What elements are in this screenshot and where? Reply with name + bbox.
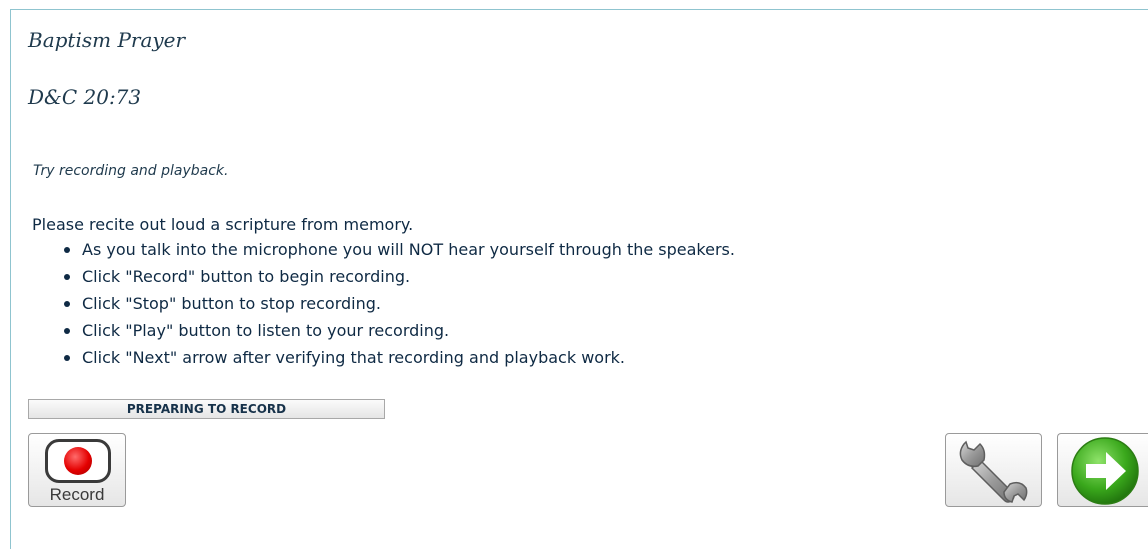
wrench-icon — [959, 440, 1028, 503]
instruction-item: Click "Play" button to listen to your re… — [64, 317, 735, 344]
instructions-lead: Please recite out loud a scripture from … — [32, 215, 414, 234]
scripture-reference: D&C 20:73 — [28, 85, 142, 109]
record-dot-icon — [64, 447, 92, 475]
record-button[interactable]: Record — [28, 433, 126, 507]
settings-button[interactable] — [945, 433, 1042, 507]
instruction-item: As you talk into the microphone you will… — [64, 236, 735, 263]
hint-text: Try recording and playback. — [33, 163, 229, 179]
record-ring — [45, 439, 111, 483]
record-button-label: Record — [49, 485, 105, 504]
next-button[interactable] — [1057, 433, 1148, 507]
status-bar: PREPARING TO RECORD — [28, 399, 385, 419]
instructions-list: As you talk into the microphone you will… — [32, 236, 735, 371]
instruction-item: Click "Record" button to begin recording… — [64, 263, 735, 290]
instruction-item: Click "Stop" button to stop recording. — [64, 290, 735, 317]
next-arrow-icon — [1071, 437, 1139, 505]
lesson-title: Baptism Prayer — [28, 28, 186, 52]
instructions: Please recite out loud a scripture from … — [32, 214, 735, 371]
instruction-item: Click "Next" arrow after verifying that … — [64, 344, 735, 371]
